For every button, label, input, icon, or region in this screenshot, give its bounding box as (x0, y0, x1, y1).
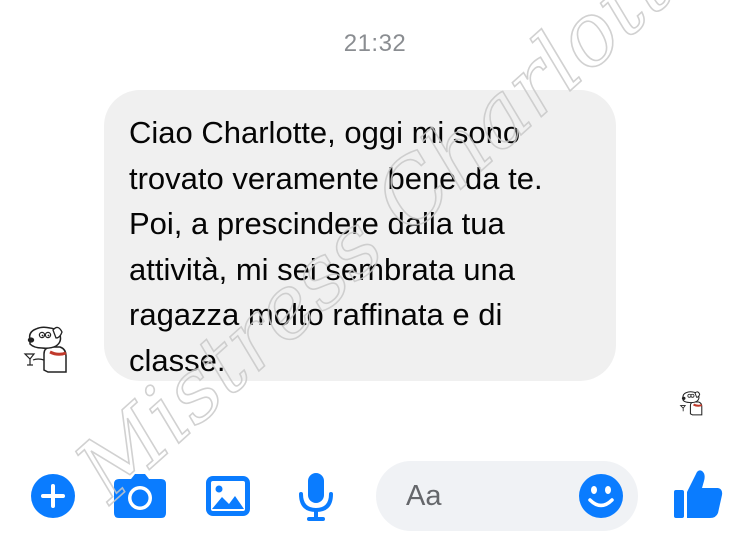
microphone-icon (299, 473, 333, 521)
message-line: Poi, a prescindere dalla tua (129, 206, 505, 241)
message-line: ragazza molto raffinata e di (129, 297, 503, 332)
gallery-button[interactable] (205, 475, 251, 517)
seen-receipt-avatar (678, 388, 708, 418)
incoming-message-bubble[interactable]: Ciao Charlotte, oggi mi sono trovato ver… (104, 90, 616, 381)
message-line: classe. (129, 342, 226, 378)
like-button[interactable] (672, 468, 724, 520)
add-button[interactable] (30, 473, 76, 519)
message-line: attività, mi sei sembrata una (129, 251, 515, 287)
sender-avatar[interactable] (20, 320, 78, 378)
thumbs-up-icon (674, 470, 723, 518)
message-input[interactable] (406, 476, 566, 516)
dog-avatar-icon (20, 320, 78, 378)
message-line: trovato veramente bene da te. (129, 160, 543, 196)
message-line: Ciao Charlotte, oggi mi sono (129, 115, 521, 150)
emoji-icon (579, 474, 623, 518)
camera-icon (114, 474, 166, 518)
gallery-icon (206, 476, 250, 516)
camera-button[interactable] (113, 473, 167, 519)
message-composer[interactable] (376, 461, 638, 531)
plus-icon (31, 474, 75, 518)
chat-screen: 21:32 Ciao Charlotte, oggi mi sono trova… (0, 0, 750, 548)
message-timestamp: 21:32 (343, 30, 407, 57)
dog-avatar-icon (678, 388, 708, 418)
voice-message-button[interactable] (298, 472, 334, 522)
emoji-button[interactable] (578, 473, 624, 519)
